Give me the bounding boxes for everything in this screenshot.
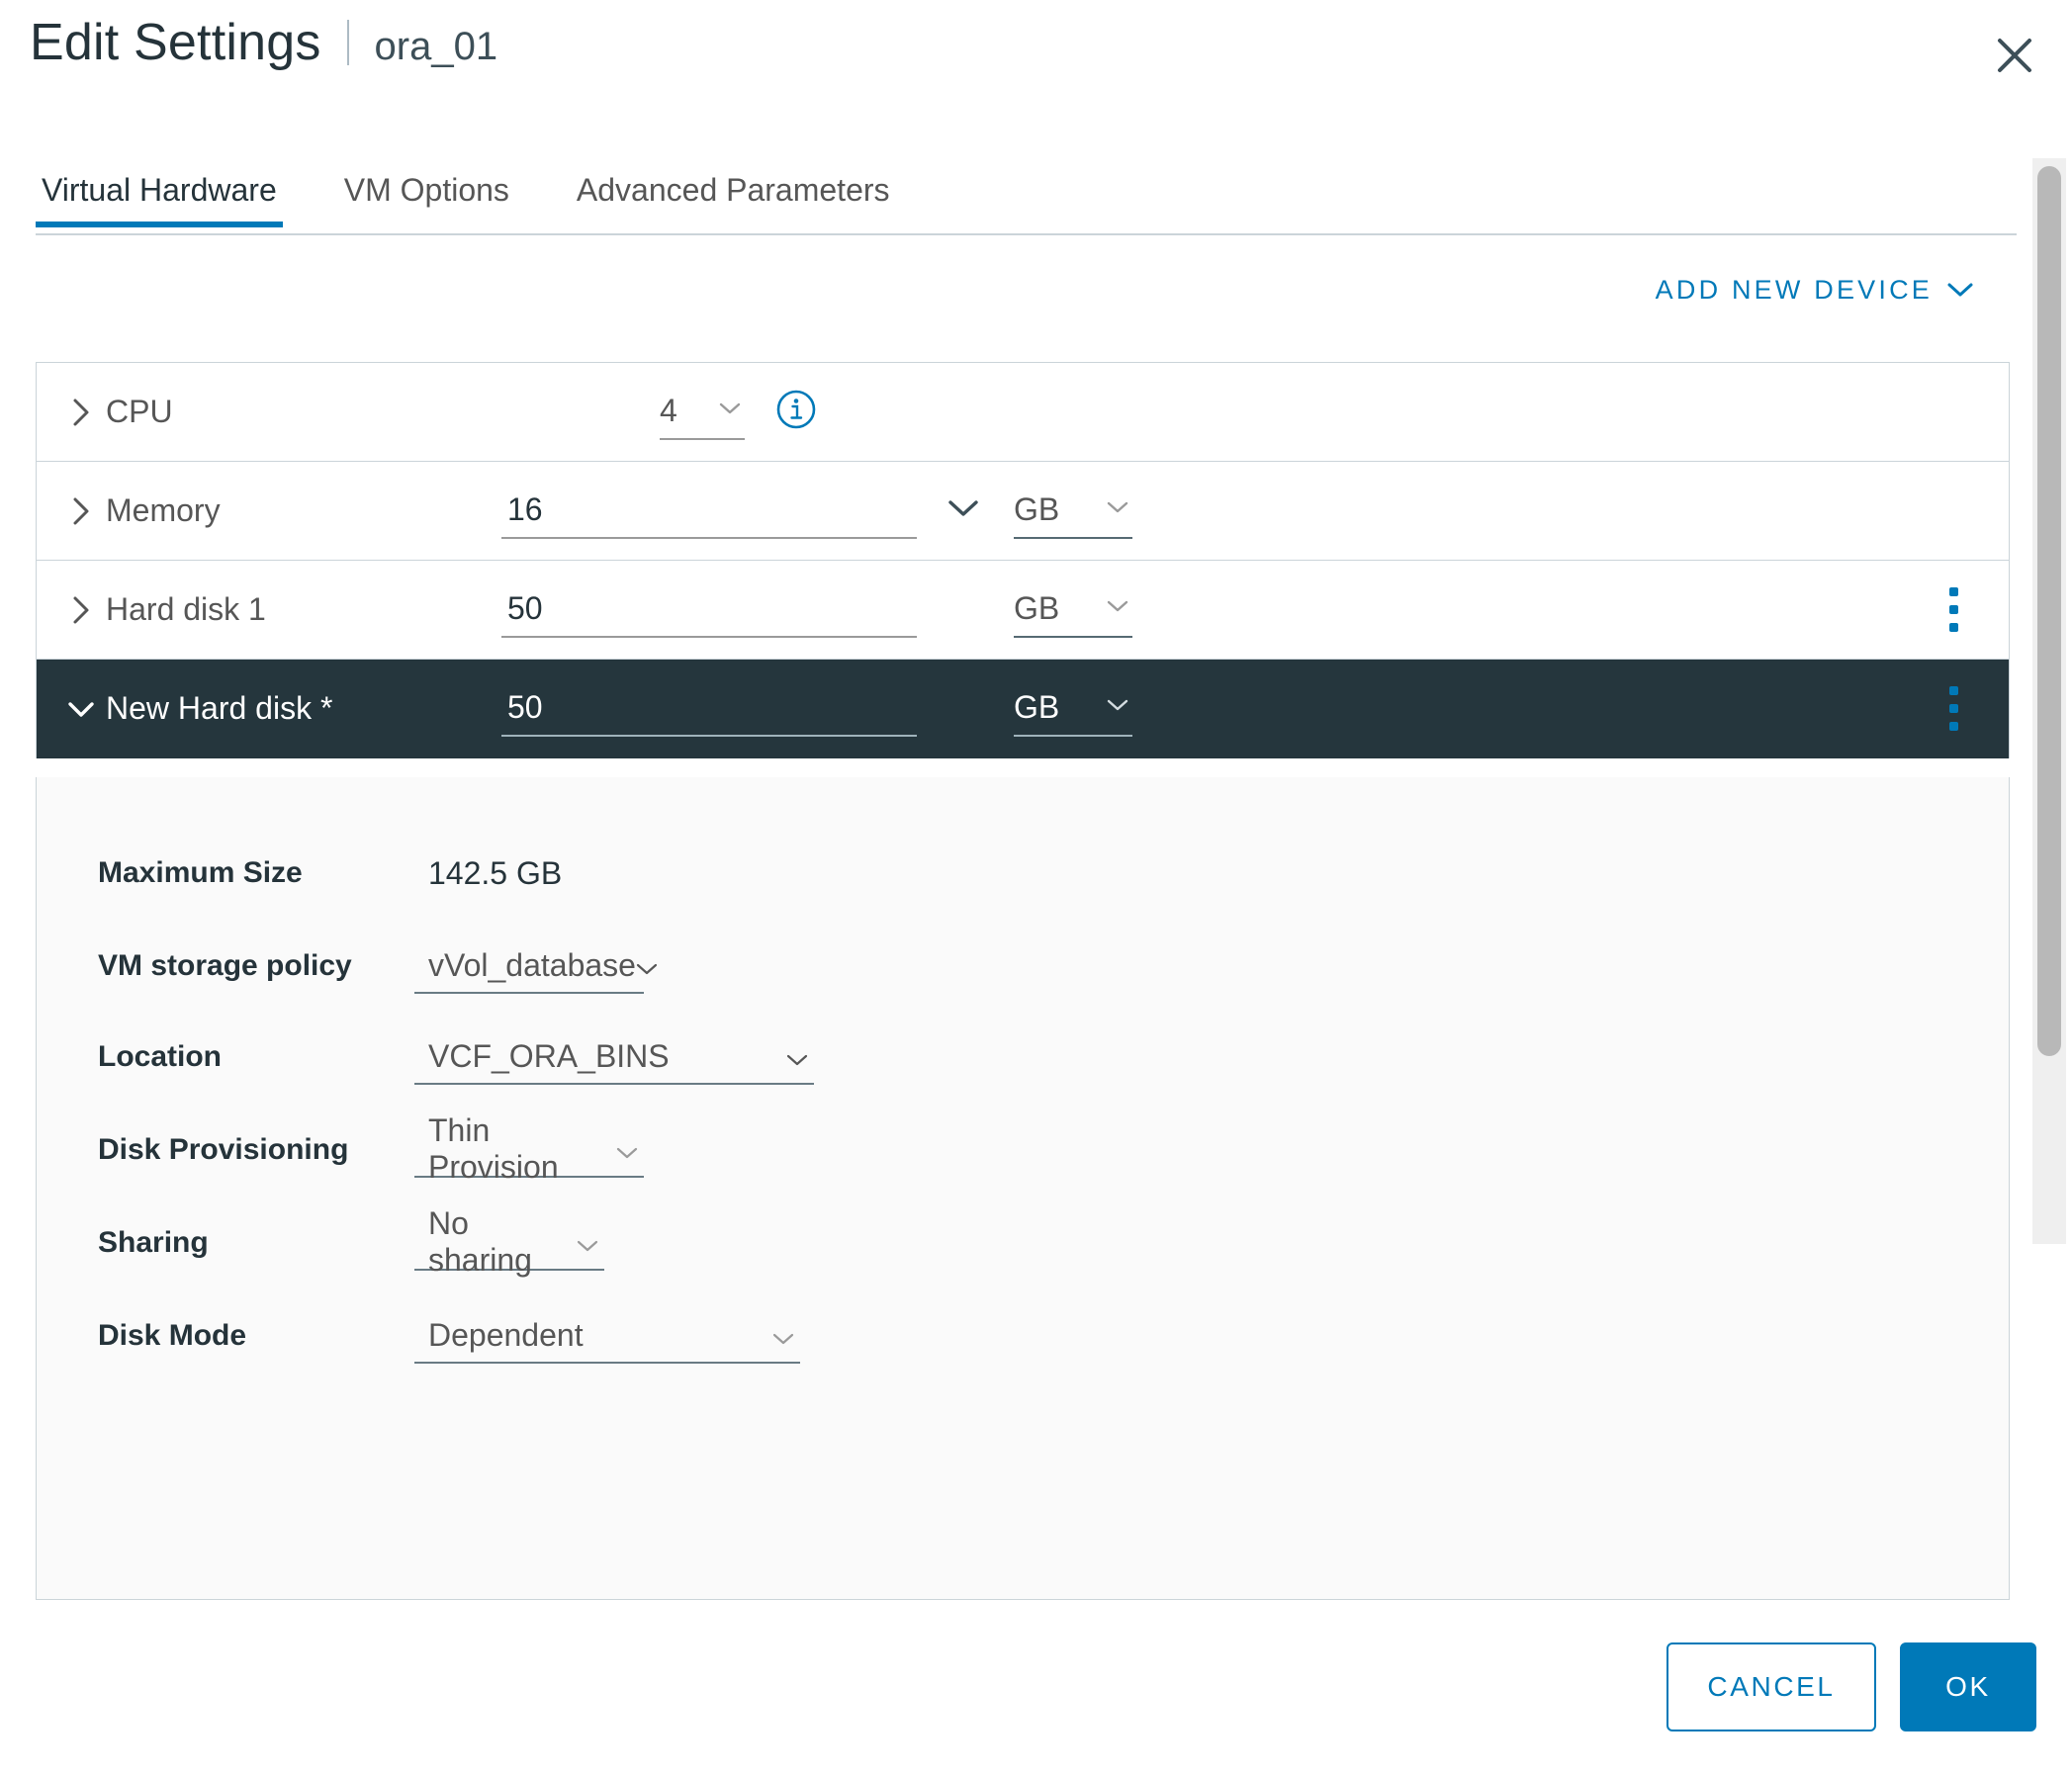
hard-disk-1-unit-select[interactable]: GB bbox=[1014, 582, 1132, 638]
detail-label-sharing: Sharing bbox=[98, 1226, 209, 1259]
kebab-dot bbox=[1948, 722, 1958, 731]
device-name-cpu: CPU bbox=[106, 394, 173, 429]
chevron-down-icon bbox=[786, 1038, 808, 1075]
hard-disk-1-unit-value: GB bbox=[1014, 590, 1060, 626]
chevron-right-icon[interactable] bbox=[64, 496, 98, 526]
cpu-count-value: 4 bbox=[660, 393, 677, 428]
tab-vm-options[interactable]: VM Options bbox=[338, 174, 515, 227]
detail-label-location: Location bbox=[98, 1040, 222, 1073]
kebab-dot bbox=[1948, 587, 1958, 596]
device-row-new-hard-disk[interactable]: New Hard disk * 50 GB bbox=[37, 660, 2009, 758]
vm-storage-policy-select[interactable]: vVol_database bbox=[414, 938, 658, 994]
detail-label-vm-storage-policy: VM storage policy bbox=[98, 949, 352, 982]
sharing-value: No sharing bbox=[428, 1205, 532, 1278]
add-new-device-button[interactable]: ADD NEW DEVICE bbox=[1656, 275, 1974, 306]
device-row-memory-label-group[interactable]: Memory bbox=[37, 492, 462, 529]
memory-size-value: 16 bbox=[507, 491, 543, 527]
device-row-new-hard-disk-label-group[interactable]: New Hard disk * bbox=[37, 690, 462, 727]
detail-row-sharing: Sharing No sharing bbox=[37, 1197, 2009, 1289]
add-new-device-label: ADD NEW DEVICE bbox=[1655, 274, 1933, 305]
title-separator bbox=[346, 20, 349, 65]
chevron-down-icon bbox=[946, 497, 980, 524]
device-name-hard-disk-1: Hard disk 1 bbox=[106, 591, 266, 627]
tab-bar: Virtual Hardware VM Options Advanced Par… bbox=[0, 168, 2072, 227]
vm-name: ora_01 bbox=[374, 25, 498, 68]
cpu-info-button[interactable] bbox=[774, 385, 818, 440]
device-row-hard-disk-1[interactable]: Hard disk 1 50 GB bbox=[37, 561, 2009, 660]
dialog-footer: CANCEL OK bbox=[0, 1601, 2072, 1775]
memory-size-input[interactable]: 16 bbox=[501, 484, 917, 539]
detail-row-maximum-size: Maximum Size 142.5 GB bbox=[37, 827, 2009, 920]
hard-disk-1-options-menu[interactable] bbox=[1934, 580, 1973, 640]
detail-label-disk-provisioning: Disk Provisioning bbox=[98, 1133, 349, 1166]
new-hard-disk-options-menu[interactable] bbox=[1934, 679, 1973, 739]
chevron-down-icon bbox=[772, 1317, 794, 1354]
cpu-count-select[interactable]: 4 bbox=[660, 385, 745, 440]
tab-underline bbox=[36, 233, 2017, 235]
device-row-cpu[interactable]: CPU 4 bbox=[37, 363, 2009, 462]
hard-disk-1-size-value: 50 bbox=[507, 590, 543, 626]
tab-advanced-parameters[interactable]: Advanced Parameters bbox=[571, 174, 896, 227]
device-name-memory: Memory bbox=[106, 492, 221, 528]
close-icon bbox=[1993, 34, 2036, 77]
title-block: Edit Settings ora_01 bbox=[30, 14, 497, 68]
detail-row-vm-storage-policy: VM storage policy vVol_database bbox=[37, 920, 2009, 1013]
detail-label-maximum-size: Maximum Size bbox=[98, 856, 303, 889]
dialog-header: Edit Settings ora_01 bbox=[0, 0, 2072, 129]
memory-unit-value: GB bbox=[1014, 491, 1060, 527]
detail-value-maximum-size: 142.5 GB bbox=[428, 854, 563, 891]
disk-mode-select[interactable]: Dependent bbox=[414, 1308, 800, 1364]
chevron-down-icon bbox=[1946, 275, 1974, 306]
new-hard-disk-unit-select[interactable]: GB bbox=[1014, 681, 1132, 737]
disk-provisioning-select[interactable]: Thin Provision bbox=[414, 1112, 644, 1185]
chevron-right-icon[interactable] bbox=[64, 398, 98, 427]
detail-row-disk-provisioning: Disk Provisioning Thin Provision bbox=[37, 1104, 2009, 1197]
memory-unit-select[interactable]: GB bbox=[1014, 484, 1132, 539]
info-circle-icon bbox=[774, 388, 818, 436]
virtual-hardware-device-table: CPU 4 Memory 16 GB Hard disk 1 50 GB New… bbox=[36, 362, 2010, 758]
chevron-down-icon bbox=[577, 1224, 598, 1261]
new-hard-disk-size-input[interactable]: 50 bbox=[501, 681, 917, 737]
kebab-dot bbox=[1948, 623, 1958, 632]
hard-disk-1-size-input[interactable]: 50 bbox=[501, 582, 917, 638]
sharing-select[interactable]: No sharing bbox=[414, 1205, 604, 1278]
chevron-down-icon bbox=[1107, 599, 1128, 618]
detail-label-disk-mode: Disk Mode bbox=[98, 1319, 247, 1352]
page-title: Edit Settings bbox=[30, 14, 321, 71]
add-device-toolbar: ADD NEW DEVICE bbox=[0, 255, 2017, 324]
chevron-right-icon[interactable] bbox=[64, 595, 98, 625]
chevron-down-icon bbox=[636, 947, 658, 984]
chevron-down-icon bbox=[1107, 698, 1128, 717]
kebab-dot bbox=[1948, 686, 1958, 695]
disk-provisioning-value: Thin Provision bbox=[428, 1112, 559, 1185]
disk-mode-value: Dependent bbox=[428, 1316, 584, 1353]
device-row-cpu-label-group[interactable]: CPU bbox=[37, 394, 462, 430]
close-button[interactable] bbox=[1979, 20, 2050, 91]
location-value: VCF_ORA_BINS bbox=[428, 1037, 670, 1074]
ok-button[interactable]: OK bbox=[1900, 1642, 2036, 1731]
kebab-dot bbox=[1948, 704, 1958, 713]
tab-virtual-hardware[interactable]: Virtual Hardware bbox=[36, 174, 283, 227]
location-select[interactable]: VCF_ORA_BINS bbox=[414, 1029, 814, 1085]
dialog-scrollbar-thumb[interactable] bbox=[2037, 166, 2061, 1056]
vm-storage-policy-value: vVol_database bbox=[428, 946, 636, 983]
device-row-memory[interactable]: Memory 16 GB bbox=[37, 462, 2009, 561]
kebab-dot bbox=[1948, 605, 1958, 614]
new-hard-disk-unit-value: GB bbox=[1014, 689, 1060, 725]
device-name-new-hard-disk: New Hard disk * bbox=[106, 690, 333, 726]
chevron-down-icon bbox=[616, 1131, 638, 1168]
dialog-scrollbar-track[interactable] bbox=[2032, 158, 2066, 1244]
memory-size-dropdown-toggle[interactable] bbox=[946, 484, 980, 539]
chevron-down-icon[interactable] bbox=[64, 699, 98, 719]
new-hard-disk-detail-panel: Maximum Size 142.5 GB VM storage policy … bbox=[36, 777, 2010, 1600]
chevron-down-icon bbox=[1107, 500, 1128, 519]
detail-row-disk-mode: Disk Mode Dependent bbox=[37, 1289, 2009, 1382]
new-hard-disk-size-value: 50 bbox=[507, 689, 543, 725]
device-row-hard-disk-1-label-group[interactable]: Hard disk 1 bbox=[37, 591, 462, 628]
chevron-down-icon bbox=[719, 401, 741, 420]
cancel-button[interactable]: CANCEL bbox=[1667, 1642, 1876, 1731]
detail-row-location: Location VCF_ORA_BINS bbox=[37, 1011, 2009, 1104]
